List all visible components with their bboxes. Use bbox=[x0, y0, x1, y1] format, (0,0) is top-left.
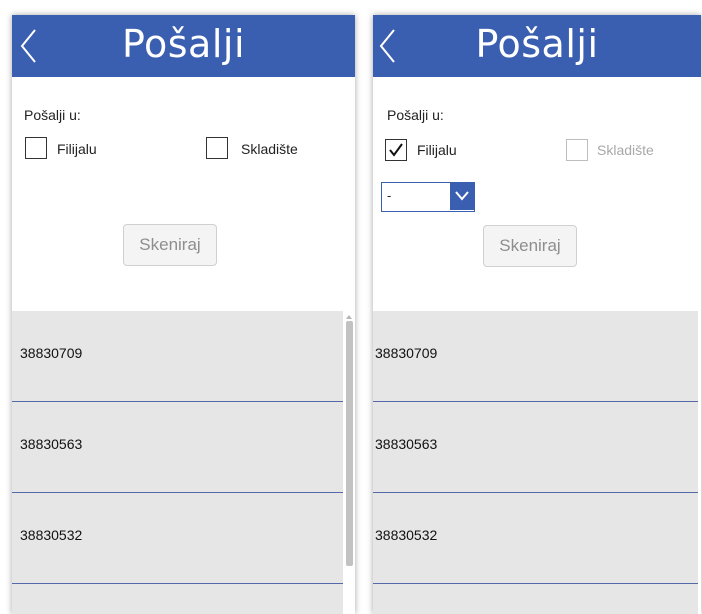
list-item[interactable]: 38830532 bbox=[373, 493, 698, 584]
scan-button[interactable]: Skeniraj bbox=[123, 224, 217, 266]
dropdown-toggle[interactable] bbox=[450, 183, 474, 210]
checkbox-skladiste-label: Skladište bbox=[241, 141, 298, 157]
checkbox-filijalu-label: Filijalu bbox=[417, 142, 457, 158]
checkbox-filijalu[interactable] bbox=[385, 139, 407, 161]
scroll-up-icon[interactable] bbox=[346, 315, 352, 319]
screen-left: Pošalji Pošalji u: Filijalu Skladište Sk… bbox=[12, 15, 355, 614]
chevron-down-icon bbox=[455, 191, 469, 201]
checkbox-filijalu-label: Filijalu bbox=[57, 141, 97, 157]
scan-button[interactable]: Skeniraj bbox=[483, 225, 577, 267]
list-item-code: 38830563 bbox=[20, 436, 83, 452]
checkbox-skladiste-label: Skladište bbox=[597, 142, 654, 158]
list-item-code: 38830532 bbox=[20, 527, 83, 543]
screen-right: Pošalji Pošalji u: Filijalu Skladište - … bbox=[373, 15, 701, 614]
scrollbar[interactable] bbox=[343, 311, 355, 614]
header: Pošalji bbox=[12, 15, 355, 77]
header: Pošalji bbox=[373, 15, 701, 77]
list-item-code: 38830563 bbox=[375, 436, 438, 452]
branch-dropdown[interactable]: - bbox=[381, 182, 475, 212]
scrollbar-edge bbox=[698, 311, 701, 614]
send-to-label: Pošalji u: bbox=[24, 107, 81, 123]
page-title: Pošalji bbox=[121, 22, 246, 66]
list-item-code: 38830709 bbox=[375, 345, 438, 361]
checkbox-skladiste[interactable] bbox=[566, 139, 588, 161]
list-item[interactable]: 38830532 bbox=[12, 493, 343, 584]
item-list: 38830709 38830563 38830532 bbox=[12, 311, 355, 614]
list-item[interactable]: 38830563 bbox=[373, 402, 698, 493]
scrollbar-thumb[interactable] bbox=[346, 321, 353, 566]
list-item-code: 38830709 bbox=[20, 345, 83, 361]
checkmark-icon bbox=[389, 143, 403, 157]
list-item[interactable]: 38830709 bbox=[373, 311, 698, 402]
dropdown-value: - bbox=[387, 188, 392, 203]
send-to-label: Pošalji u: bbox=[387, 107, 444, 123]
checkbox-filijalu[interactable] bbox=[25, 137, 47, 159]
list-item-code: 38830532 bbox=[375, 527, 438, 543]
page-title: Pošalji bbox=[475, 22, 599, 66]
list-item[interactable]: 38830709 bbox=[12, 311, 343, 402]
checkbox-skladiste[interactable] bbox=[206, 137, 228, 159]
item-list: 38830709 38830563 38830532 bbox=[373, 311, 701, 614]
list-item[interactable]: 38830563 bbox=[12, 402, 343, 493]
